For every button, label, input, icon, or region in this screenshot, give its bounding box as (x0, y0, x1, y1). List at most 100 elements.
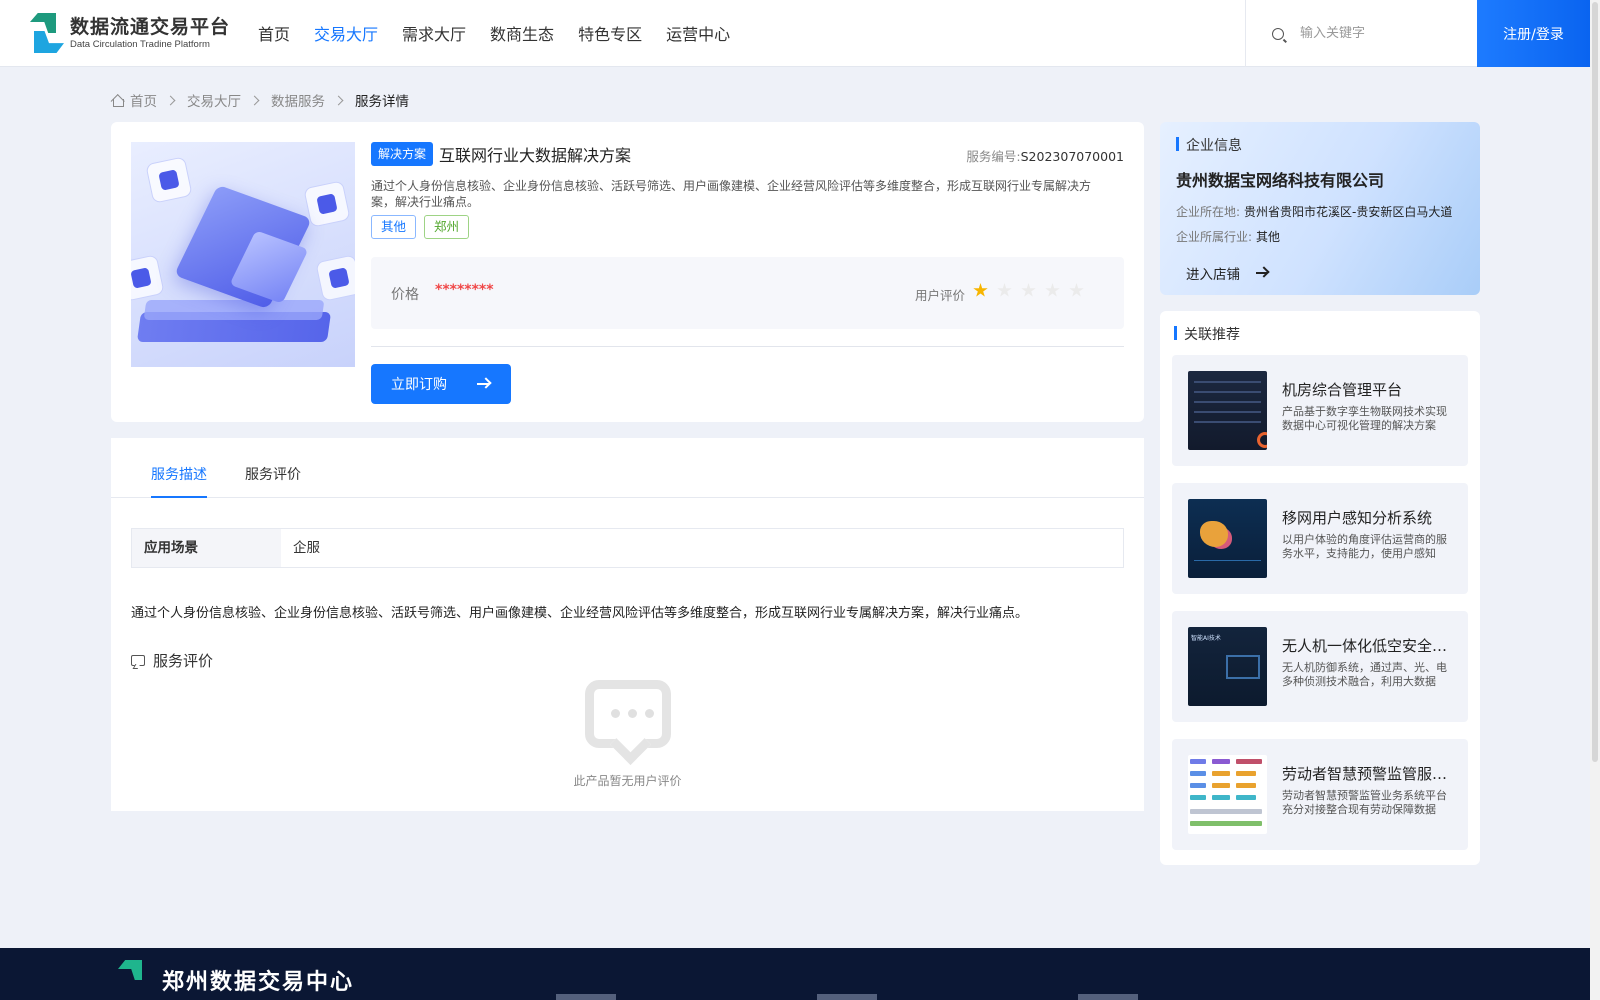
tag-other: 其他 (371, 215, 417, 239)
nav-operations[interactable]: 运营中心 (666, 0, 730, 67)
industry-value: 其他 (1256, 230, 1281, 244)
company-industry: 企业所属行业: 其他 (1176, 228, 1280, 245)
breadcrumb-current: 服务详情 (355, 94, 409, 110)
recommend-desc: 产品基于数字孪生物联网技术实现数据中心可视化管理的解决方案 (1282, 405, 1447, 432)
recommend-title: 劳动者智慧预警监管服务系统 (1282, 765, 1454, 783)
company-location: 企业所在地: 贵州省贵阳市花溪区-贵安新区白马大道 (1176, 203, 1452, 220)
footer-column-heading (556, 994, 616, 1000)
page-scrollbar[interactable] (1590, 0, 1600, 1000)
industry-label: 企业所属行业: (1176, 230, 1253, 244)
nav-demand-hall[interactable]: 需求大厅 (402, 0, 466, 67)
spec-table: 应用场景 企服 (131, 528, 1124, 568)
company-name: 贵州数据宝网络科技有限公司 (1176, 171, 1385, 190)
footer-column-heading (817, 994, 877, 1000)
enter-store-link[interactable]: 进入店铺 (1186, 263, 1267, 283)
price-label: 价格 (391, 287, 419, 303)
recommend-item[interactable]: 机房综合管理平台 产品基于数字孪生物联网技术实现数据中心可视化管理的解决方案 (1172, 355, 1468, 466)
top-header: 数据流通交易平台 Data Circulation Tradine Platfo… (0, 0, 1590, 67)
platform-logo[interactable]: 数据流通交易平台 Data Circulation Tradine Platfo… (28, 13, 230, 53)
logo-title: 数据流通交易平台 (70, 16, 231, 38)
breadcrumb-trading-hall[interactable]: 交易大厅 (187, 90, 241, 110)
breadcrumb-data-service[interactable]: 数据服务 (271, 90, 325, 110)
enter-store-label: 进入店铺 (1186, 267, 1240, 283)
recommend-thumbnail (1188, 499, 1267, 578)
divider (371, 346, 1124, 347)
chip-icon (131, 254, 165, 302)
recommend-title: 移网用户感知分析系统 (1282, 509, 1433, 527)
logo-mark-icon (28, 13, 66, 53)
star-icon (1045, 283, 1060, 297)
product-image (131, 142, 355, 367)
home-icon (111, 94, 124, 107)
platform-top (143, 300, 325, 320)
product-card: 解决方案 互联网行业大数据解决方案 服务编号:S202307070001 通过个… (111, 122, 1144, 422)
recommend-item[interactable]: 智能AI技术 无人机一体化低空安全防控系统 无人机防御系统，通过声、光、电多种侦… (1172, 611, 1468, 722)
nav-featured[interactable]: 特色专区 (578, 0, 642, 67)
price-value: ******** (435, 282, 494, 298)
location-label: 企业所在地: (1176, 205, 1241, 219)
search-box (1245, 0, 1477, 67)
active-tab-indicator (151, 496, 207, 498)
thumbnail-caption: 智能AI技术 (1191, 635, 1221, 642)
chevron-right-icon (165, 95, 176, 105)
star-icon (997, 283, 1012, 297)
chevron-right-icon (249, 95, 260, 105)
recommend-card: 关联推荐 机房综合管理平台 产品基于数字孪生物联网技术实现数据中心可视化管理的解… (1160, 311, 1480, 865)
review-section-title: 服务评价 (131, 650, 213, 671)
recommend-thumbnail (1188, 371, 1267, 450)
service-number-value: S202307070001 (1020, 149, 1124, 164)
chevron-right-icon (333, 95, 344, 105)
service-description: 通过个人身份信息核验、企业身份信息核验、活跃号筛选、用户画像建模、企业经营风险评… (131, 606, 1029, 621)
empty-review-text: 此产品暂无用户评价 (573, 774, 682, 788)
recommend-item[interactable]: 劳动者智慧预警监管服务系统 劳动者智慧预警监管业务系统平台充分对接整合现有劳动保… (1172, 739, 1468, 850)
login-register-button[interactable]: 注册/登录 (1477, 0, 1590, 67)
recommend-thumbnail: 智能AI技术 (1188, 627, 1267, 706)
tab-service-description[interactable]: 服务描述 (151, 464, 207, 484)
recommend-item[interactable]: 移网用户感知分析系统 以用户体验的角度评估运营商的服务水平，支持能力，使用户感知 (1172, 483, 1468, 594)
rating-label: 用户评价 (915, 288, 966, 303)
search-input[interactable] (1300, 26, 1470, 41)
government-chip-icon (315, 254, 355, 302)
footer-column-heading (1078, 994, 1138, 1000)
buy-now-label: 立即订购 (391, 377, 447, 393)
price-box: 价格 ******** 用户评价 (371, 257, 1124, 329)
category-tag: 解决方案 (371, 142, 434, 166)
footer-logo: 郑州数据交易中心 (114, 960, 354, 1000)
recommend-thumbnail (1188, 755, 1267, 834)
company-section-title: 企业信息 (1176, 135, 1242, 155)
product-title: 互联网行业大数据解决方案 (439, 146, 632, 165)
breadcrumb: 首页 交易大厅 数据服务 服务详情 (111, 90, 409, 110)
search-icon[interactable] (1272, 27, 1284, 40)
logistics-chip-icon (145, 156, 193, 204)
star-icon (1021, 283, 1036, 297)
breadcrumb-home[interactable]: 首页 (130, 90, 157, 110)
nav-trading-hall[interactable]: 交易大厅 (314, 0, 378, 67)
product-title-row: 解决方案 互联网行业大数据解决方案 服务编号:S202307070001 (371, 141, 1124, 167)
footer: 郑州数据交易中心 (0, 948, 1590, 1000)
arrow-right-icon (1256, 272, 1267, 274)
recommend-title: 机房综合管理平台 (1282, 381, 1403, 399)
service-number-label: 服务编号: (966, 149, 1021, 164)
tag-zhengzhou: 郑州 (424, 215, 470, 239)
nav-home[interactable]: 首页 (258, 0, 290, 67)
recommend-desc: 以用户体验的角度评估运营商的服务水平，支持能力，使用户感知 (1282, 533, 1447, 560)
main-nav: 首页 交易大厅 需求大厅 数商生态 特色专区 运营中心 (258, 0, 754, 67)
footer-name: 郑州数据交易中心 (162, 970, 355, 995)
buy-now-button[interactable]: 立即订购 (371, 364, 511, 404)
scrollbar-thumb[interactable] (1592, 2, 1598, 762)
recommend-desc: 无人机防御系统，通过声、光、电多种侦测技术融合，利用大数据 (1282, 661, 1447, 688)
spec-value: 企服 (293, 540, 320, 556)
product-tags: 其他 郑州 (371, 215, 477, 239)
nav-ecosystem[interactable]: 数商生态 (490, 0, 554, 67)
company-info-card: 企业信息 贵州数据宝网络科技有限公司 企业所在地: 贵州省贵阳市花溪区-贵安新区白… (1160, 122, 1480, 295)
review-title: 服务评价 (153, 652, 214, 670)
tab-service-review[interactable]: 服务评价 (245, 464, 301, 484)
recommend-section-title: 关联推荐 (1174, 324, 1240, 344)
logo-subtitle: Data Circulation Tradine Platform (70, 39, 210, 50)
product-summary: 通过个人身份信息核验、企业身份信息核验、活跃号筛选、用户画像建模、企业经营风险评… (371, 179, 1092, 209)
recommend-desc: 劳动者智慧预警监管业务系统平台充分对接整合现有劳动保障数据 (1282, 789, 1447, 816)
star-icon (973, 283, 988, 297)
detail-card: 服务描述 服务评价 应用场景 企服 通过个人身份信息核验、企业身份信息核验、活跃… (111, 438, 1144, 811)
recommend-title: 无人机一体化低空安全防控系统 (1282, 637, 1454, 655)
detail-tabs: 服务描述 服务评价 (111, 438, 1144, 498)
